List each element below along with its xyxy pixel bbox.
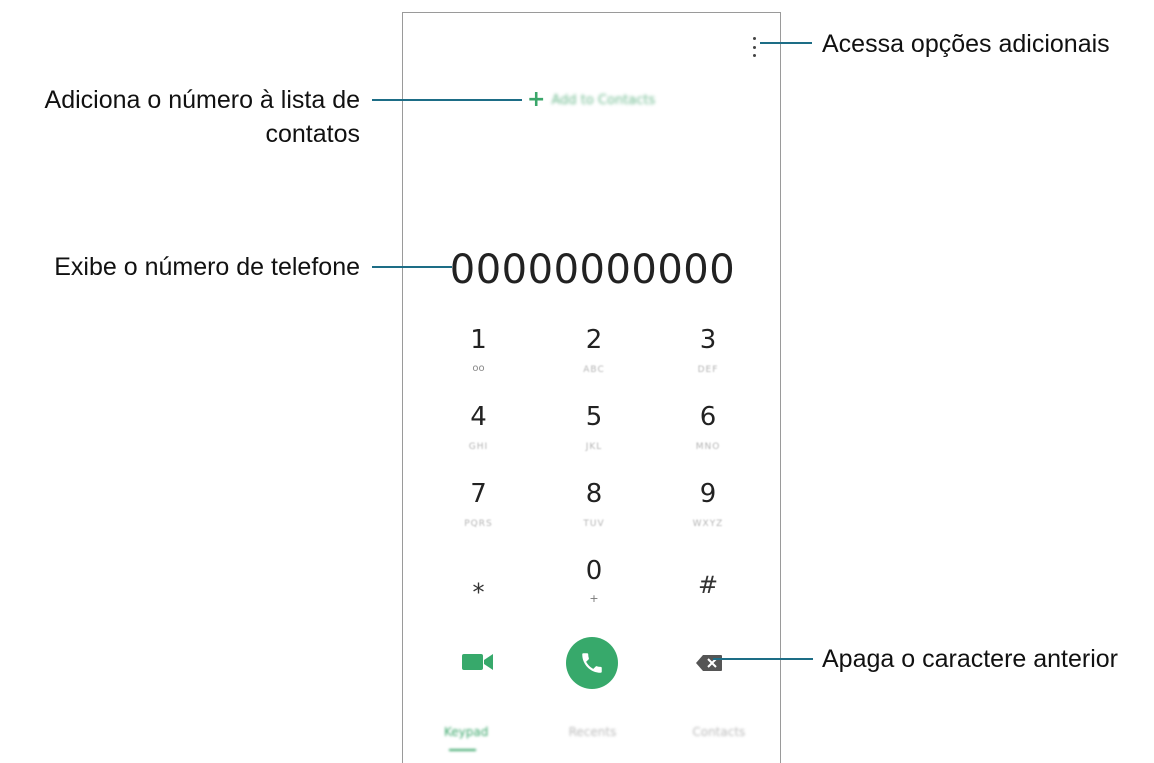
key-letters: ABC xyxy=(583,365,605,375)
callout-line-delete-char xyxy=(713,658,813,660)
key-1[interactable]: 1 oo xyxy=(421,323,536,400)
key-6[interactable]: 6 MNO xyxy=(652,400,764,477)
key-digit: 8 xyxy=(585,479,603,509)
key-digit: 0 xyxy=(585,556,603,586)
key-asterisk[interactable]: ⁎ xyxy=(421,554,536,631)
plus-icon: + xyxy=(527,87,546,112)
key-letters: GHI xyxy=(468,442,489,452)
key-digit: # xyxy=(697,571,719,599)
key-digit: 1 xyxy=(470,325,487,355)
callout-add-contact-line2: contatos xyxy=(265,120,360,148)
dial-keypad: 1 oo 2 ABC 3 DEF 4 GHI 5 JKL 6 MNO 7 PQR… xyxy=(421,323,764,631)
callout-add-contact-line1: Adiciona o número à lista de xyxy=(44,86,360,114)
key-letters: MNO xyxy=(695,442,721,452)
key-digit: 4 xyxy=(470,402,487,432)
phone-dialer-screen: + Add to Contacts 00000000000 1 oo 2 ABC… xyxy=(402,12,781,763)
key-digit: 7 xyxy=(470,479,487,509)
key-digit: ⁎ xyxy=(472,571,485,599)
key-4[interactable]: 4 GHI xyxy=(421,400,536,477)
key-9[interactable]: 9 WXYZ xyxy=(652,477,764,554)
callout-delete-char: Apaga o caractere anterior xyxy=(822,645,1119,673)
key-8[interactable]: 8 TUV xyxy=(536,477,652,554)
tab-keypad[interactable]: Keypad xyxy=(403,725,529,755)
key-letters: JKL xyxy=(585,442,603,452)
key-digit: 5 xyxy=(585,402,603,432)
key-hash[interactable]: # xyxy=(652,554,764,631)
callout-line-add-contact xyxy=(372,99,522,101)
callout-display-number: Exibe o número de telefone xyxy=(54,253,360,281)
key-0[interactable]: 0 + xyxy=(536,554,652,631)
key-digit: 6 xyxy=(699,402,717,432)
key-letters: WXYZ xyxy=(692,519,724,529)
callout-more-options: Acessa opções adicionais xyxy=(822,30,1110,58)
call-action-row xyxy=(403,635,782,691)
video-call-icon[interactable] xyxy=(461,651,495,673)
key-letters: PQRS xyxy=(464,519,493,529)
more-options-icon[interactable] xyxy=(751,37,757,57)
manual-illustration: + Add to Contacts 00000000000 1 oo 2 ABC… xyxy=(0,0,1154,763)
tab-contacts[interactable]: Contacts xyxy=(656,725,782,755)
key-letters: TUV xyxy=(583,519,605,529)
key-letters: DEF xyxy=(697,365,719,375)
key-plus: + xyxy=(589,592,599,605)
dialer-tab-bar: Keypad Recents Contacts xyxy=(403,725,782,755)
voicemail-icon: oo xyxy=(472,363,485,374)
key-2[interactable]: 2 ABC xyxy=(536,323,652,400)
callout-line-display-number xyxy=(372,266,452,268)
add-to-contacts-button[interactable]: + Add to Contacts xyxy=(527,89,655,111)
add-to-contacts-label: Add to Contacts xyxy=(551,92,656,108)
phone-number-display: 00000000000 xyxy=(449,247,736,293)
key-5[interactable]: 5 JKL xyxy=(536,400,652,477)
key-digit: 3 xyxy=(699,325,717,355)
key-digit: 2 xyxy=(585,325,603,355)
phone-icon xyxy=(582,653,602,673)
key-7[interactable]: 7 PQRS xyxy=(421,477,536,554)
callout-line-more-options xyxy=(760,42,812,44)
call-button[interactable] xyxy=(566,637,618,689)
backspace-icon[interactable] xyxy=(695,654,723,672)
tab-recents[interactable]: Recents xyxy=(529,725,655,755)
key-3[interactable]: 3 DEF xyxy=(652,323,764,400)
key-digit: 9 xyxy=(699,479,717,509)
